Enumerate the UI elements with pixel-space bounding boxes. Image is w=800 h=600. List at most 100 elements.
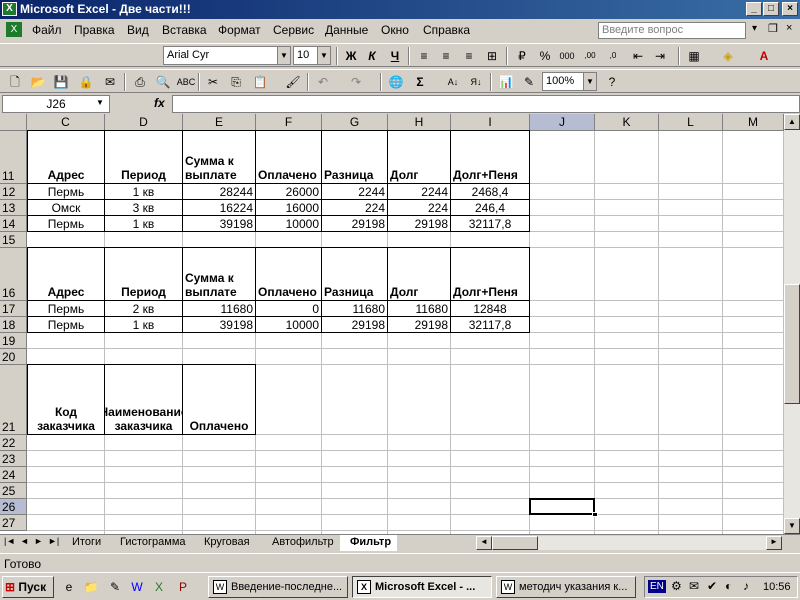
network-icon[interactable]: ⚙ [671, 579, 682, 593]
table2-header-cell[interactable]: Адрес [27, 248, 105, 301]
table1-header-cell[interactable]: Адрес [27, 131, 105, 184]
menu-edit[interactable]: Правка [74, 23, 115, 37]
table1-data-cell[interactable]: 246,4 [451, 200, 530, 216]
prev-sheet-icon[interactable]: ◄ [20, 536, 29, 546]
row-header-14[interactable]: 14 [0, 216, 27, 232]
vertical-scrollbar[interactable]: ▲ ▼ [784, 114, 800, 534]
row-header-23[interactable]: 23 [0, 451, 27, 467]
table1-data-cell[interactable]: 32117,8 [451, 216, 530, 232]
column-header-c[interactable]: C [27, 114, 105, 131]
horizontal-scroll-thumb[interactable] [492, 536, 538, 550]
scroll-thumb[interactable] [784, 284, 800, 404]
table2-data-cell[interactable]: 12848 [451, 301, 530, 317]
column-header-d[interactable]: D [105, 114, 183, 131]
table1-data-cell[interactable]: Пермь [27, 184, 105, 200]
table2-data-cell[interactable]: 32117,8 [451, 317, 530, 333]
sheet-tab-itogi[interactable]: Итоги [62, 535, 107, 551]
table1-header-cell[interactable]: Сумма к выплате [183, 131, 256, 184]
borders-icon[interactable]: ▦ [684, 47, 704, 65]
currency-icon[interactable]: ₽ [512, 47, 532, 65]
table2-data-cell[interactable]: 11680 [183, 301, 256, 317]
fill-color-icon[interactable]: ◈ [718, 47, 738, 65]
table1-data-cell[interactable]: 224 [388, 200, 451, 216]
print-icon[interactable]: ⎙ [130, 73, 150, 91]
table3-header-cell[interactable]: Код заказчика [27, 365, 105, 435]
autosum-icon[interactable]: Σ [410, 73, 430, 91]
spelling-icon[interactable]: ABC [176, 73, 196, 91]
column-header-k[interactable]: K [595, 114, 659, 131]
table3-header-cell[interactable]: Наименование заказчика [105, 365, 183, 435]
bold-button[interactable]: Ж [341, 47, 361, 65]
print-preview-icon[interactable]: 🔍 [153, 73, 173, 91]
table2-header-cell[interactable]: Разница [322, 248, 388, 301]
table2-data-cell[interactable]: 10000 [256, 317, 322, 333]
row-header-21[interactable]: 21 [0, 365, 27, 435]
column-header-i[interactable]: I [451, 114, 530, 131]
scroll-left-icon[interactable]: ◄ [476, 536, 492, 550]
access-icon[interactable]: P [174, 578, 192, 596]
save-icon[interactable]: 💾 [51, 73, 71, 91]
table1-data-cell[interactable]: 16000 [256, 200, 322, 216]
column-header-m[interactable]: M [723, 114, 784, 131]
cut-icon[interactable]: ✂ [203, 73, 223, 91]
start-button[interactable]: ⊞ Пуск [2, 576, 54, 598]
font-name-select[interactable]: Arial Cyr ▼ [163, 46, 291, 65]
table2-data-cell[interactable]: 0 [256, 301, 322, 317]
volume-icon[interactable]: ◐ [725, 579, 732, 593]
row-header-13[interactable]: 13 [0, 200, 27, 216]
chevron-down-icon[interactable]: ▼ [96, 98, 104, 107]
font-size-select[interactable]: 10 ▼ [293, 46, 331, 65]
table1-data-cell[interactable]: 39198 [183, 216, 256, 232]
redo-icon[interactable]: ↷ [346, 73, 366, 91]
percent-icon[interactable]: % [535, 47, 555, 65]
speaker-icon[interactable]: ♪ [743, 579, 749, 593]
row-header-15[interactable]: 15 [0, 232, 27, 248]
decrease-decimal-icon[interactable]: ,0 [603, 47, 623, 65]
table1-header-cell[interactable]: Долг [388, 131, 451, 184]
increase-indent-icon[interactable]: ⇥ [650, 47, 670, 65]
table2-data-cell[interactable]: 1 кв [105, 317, 183, 333]
table1-data-cell[interactable]: 2244 [322, 184, 388, 200]
table1-header-cell[interactable]: Долг+Пеня [451, 131, 530, 184]
column-header-l[interactable]: L [659, 114, 723, 131]
increase-decimal-icon[interactable]: ,00 [580, 47, 600, 65]
help-icon[interactable]: ? [602, 73, 622, 91]
workbook-icon[interactable]: X [6, 22, 22, 37]
active-cell-j26[interactable] [529, 498, 595, 515]
sheet-tab-pie[interactable]: Круговая [194, 535, 256, 551]
table1-data-cell[interactable]: Пермь [27, 216, 105, 232]
row-header-26[interactable]: 26 [0, 499, 27, 515]
table1-data-cell[interactable]: 29198 [322, 216, 388, 232]
table1-header-cell[interactable]: Оплачено [256, 131, 322, 184]
table2-data-cell[interactable]: 11680 [322, 301, 388, 317]
copy-icon[interactable]: ⎘ [226, 73, 246, 91]
table1-header-cell[interactable]: Период [105, 131, 183, 184]
select-all-corner[interactable] [0, 114, 27, 131]
row-header-27[interactable]: 27 [0, 515, 27, 531]
table1-header-cell[interactable]: Разница [322, 131, 388, 184]
menu-tools[interactable]: Сервис [273, 23, 314, 37]
taskbar-word-doc-1[interactable]: W Введение-последне... [208, 576, 348, 598]
table2-data-cell[interactable]: Пермь [27, 317, 105, 333]
menu-insert[interactable]: Вставка [162, 23, 207, 37]
mail-icon[interactable]: ✉ [689, 579, 699, 593]
row-header-22[interactable]: 22 [0, 435, 27, 451]
table2-data-cell[interactable]: Пермь [27, 301, 105, 317]
italic-button[interactable]: К [362, 47, 382, 65]
open-folder-icon[interactable]: 📂 [28, 73, 48, 91]
sheet-tab-histogram[interactable]: Гистограмма [110, 535, 192, 551]
row-header-25[interactable]: 25 [0, 483, 27, 499]
table1-data-cell[interactable]: 26000 [256, 184, 322, 200]
row-header-17[interactable]: 17 [0, 301, 27, 317]
align-center-icon[interactable]: ≡ [436, 47, 456, 65]
name-box[interactable]: J26 [2, 95, 110, 113]
table1-data-cell[interactable]: 2468,4 [451, 184, 530, 200]
formula-input[interactable] [172, 95, 800, 113]
table2-header-cell[interactable]: Долг+Пеня [451, 248, 530, 301]
horizontal-scroll-track[interactable] [538, 536, 766, 550]
fill-handle[interactable] [592, 512, 598, 517]
table2-data-cell[interactable]: 39198 [183, 317, 256, 333]
thousands-icon[interactable]: 000 [557, 47, 577, 65]
table2-data-cell[interactable]: 11680 [388, 301, 451, 317]
tool-icon[interactable]: ✎ [106, 578, 124, 596]
